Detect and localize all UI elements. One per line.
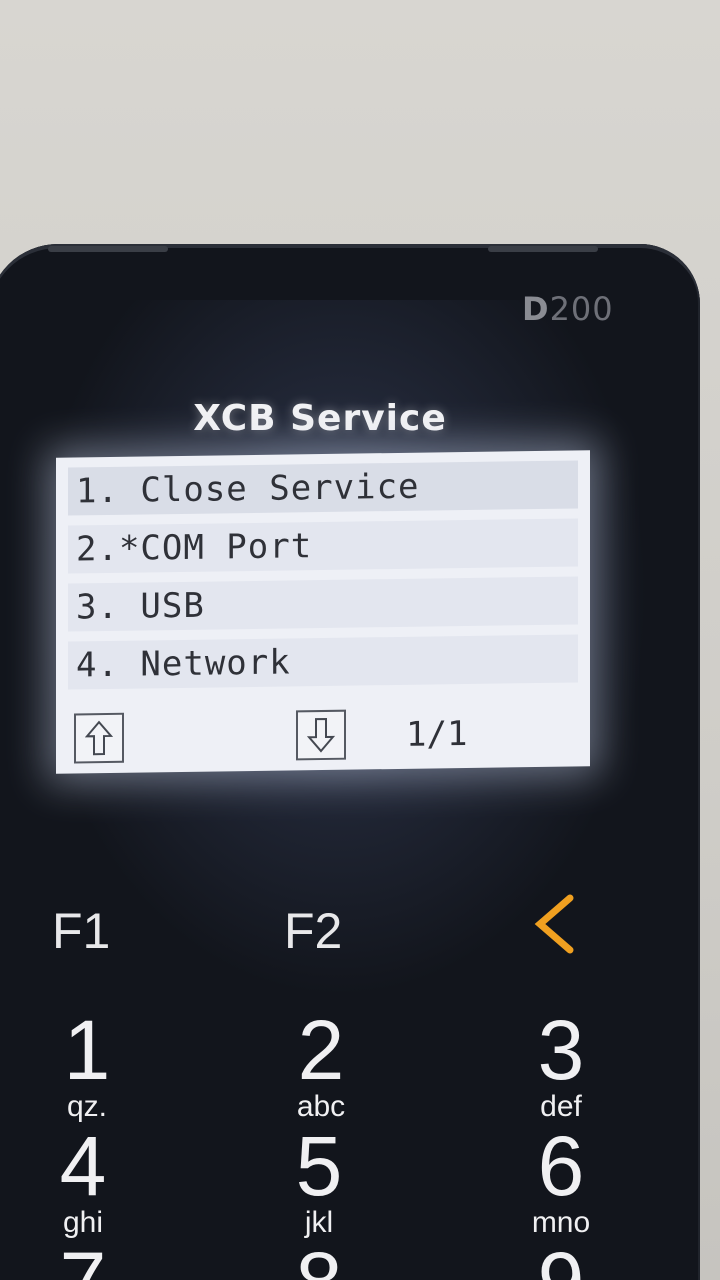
key-3[interactable]: 3 def <box>506 1008 616 1122</box>
menu-item-network[interactable]: 4. Network <box>68 634 578 690</box>
key-8[interactable]: 8 <box>264 1240 374 1280</box>
key-5[interactable]: 5 jkl <box>264 1124 374 1238</box>
top-slot-right <box>488 246 598 252</box>
key-digit: 4 <box>59 1119 107 1213</box>
key-6[interactable]: 6 mno <box>506 1124 616 1238</box>
key-digit: 9 <box>506 1240 616 1280</box>
key-4[interactable]: 4 ghi <box>28 1124 138 1238</box>
key-digit: 6 <box>537 1119 585 1213</box>
key-2[interactable]: 2 abc <box>266 1008 376 1122</box>
key-letters: def <box>540 1090 582 1123</box>
menu-item-com-port[interactable]: 2.*COM Port <box>68 518 578 574</box>
key-digit: 5 <box>295 1119 343 1213</box>
scroll-up-button[interactable] <box>74 712 124 764</box>
lcd-screen: 1. Close Service 2.*COM Port 3. USB 4. N… <box>56 450 590 774</box>
key-digit: 7 <box>28 1240 138 1280</box>
top-slot-left <box>48 246 168 252</box>
key-7[interactable]: 7 <box>28 1240 138 1280</box>
key-letters: mno <box>531 1206 591 1239</box>
page-indicator: 1/1 <box>406 713 468 755</box>
f2-key[interactable]: F2 <box>284 902 342 960</box>
menu-item-usb[interactable]: 3. USB <box>68 576 578 632</box>
scroll-down-button[interactable] <box>296 709 346 761</box>
key-digit: 2 <box>297 1003 345 1097</box>
menu-item-close-service[interactable]: 1. Close Service <box>68 460 578 516</box>
key-digit: 1 <box>63 1003 111 1097</box>
key-letters: abc <box>296 1090 346 1123</box>
key-digit: 8 <box>264 1240 374 1280</box>
chevron-left-icon <box>534 894 574 954</box>
key-digit: 3 <box>537 1003 585 1097</box>
f1-key[interactable]: F1 <box>52 902 110 960</box>
key-9[interactable]: 9 <box>506 1240 616 1280</box>
key-1[interactable]: 1 qz. <box>32 1008 142 1122</box>
screen-title: XCB Service <box>193 398 447 439</box>
arrow-up-icon <box>85 720 113 756</box>
back-key[interactable] <box>530 892 578 970</box>
arrow-down-icon <box>307 717 335 753</box>
key-letters: ghi <box>62 1206 104 1239</box>
key-letters: qz. <box>66 1090 108 1123</box>
photo-scene: D200 XCB Service 1. Close Service 2.*COM… <box>0 0 720 1280</box>
model-label: D200 <box>522 290 614 328</box>
key-letters: jkl <box>304 1206 334 1239</box>
